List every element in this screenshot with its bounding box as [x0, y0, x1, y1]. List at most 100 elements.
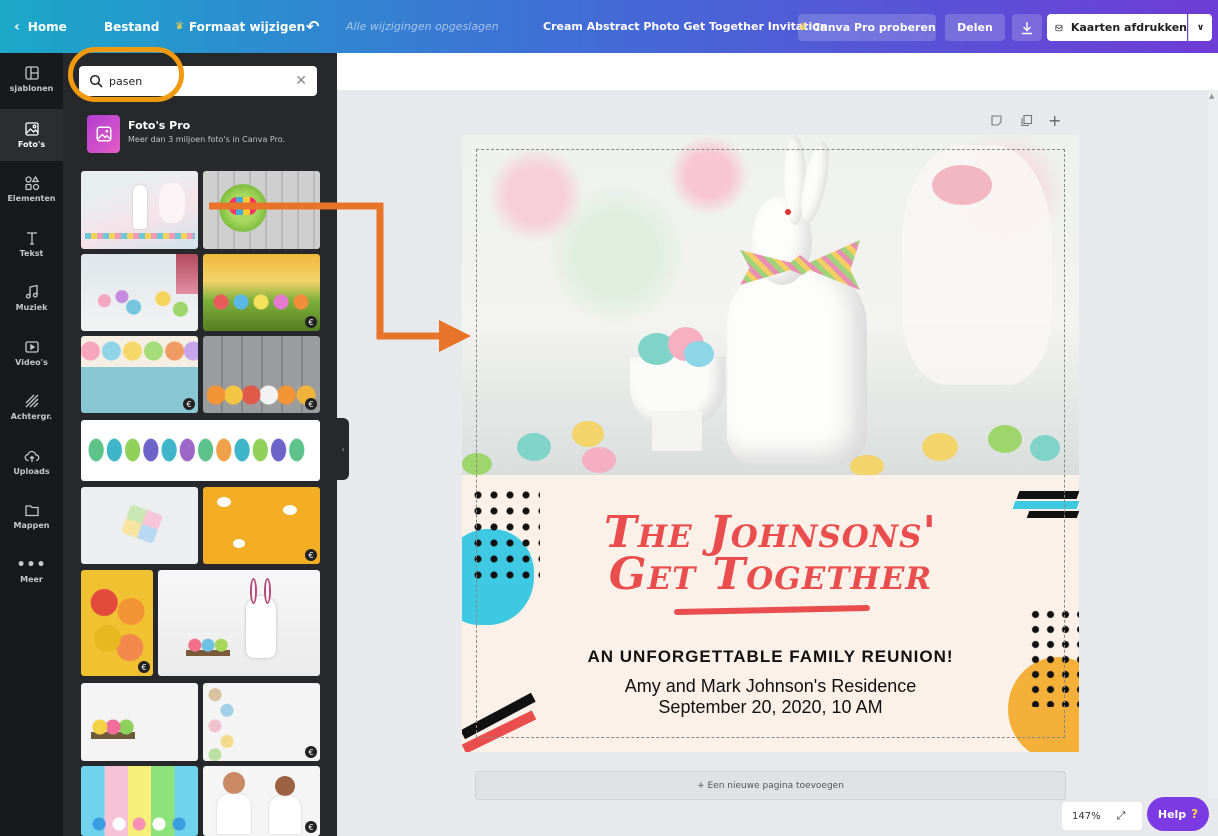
photo-thumbnail[interactable] — [81, 487, 198, 564]
nav-more[interactable]: ••• Meer — [0, 544, 63, 596]
photo-thumbnail[interactable]: € — [81, 336, 198, 413]
nav-more-label: Meer — [20, 574, 43, 584]
add-page-icon[interactable]: + — [1048, 111, 1061, 130]
zoom-control[interactable]: 147% ⤢ — [1062, 802, 1142, 830]
print-cards-label: Kaarten afdrukken — [1070, 21, 1187, 34]
pro-badge-icon: € — [138, 661, 150, 673]
folder-icon — [24, 505, 39, 517]
nav-music[interactable]: Muziek — [0, 272, 63, 324]
print-options-dropdown[interactable]: ∨ — [1188, 14, 1212, 41]
editor-toolbar — [337, 53, 1218, 90]
photo-thumbnail[interactable] — [81, 766, 198, 836]
photo-thumbnail[interactable] — [81, 171, 198, 249]
nav-folders-label: Mappen — [13, 521, 50, 530]
pro-badge-icon: € — [183, 398, 195, 410]
print-cards-button[interactable]: Kaarten afdrukken — [1047, 14, 1187, 41]
photo-thumbnail[interactable] — [158, 570, 320, 676]
shapes-icon — [24, 175, 39, 191]
vertical-scrollbar[interactable]: ▲ — [1208, 90, 1218, 798]
design-page[interactable]: The Johnsons' Get Together AN UNFORGETTA… — [462, 135, 1079, 752]
annotation-arrow — [209, 202, 471, 352]
help-button[interactable]: Help ? — [1147, 797, 1209, 831]
add-new-page-button[interactable]: + Een nieuwe pagina toevoegen — [475, 771, 1066, 800]
invitation-venue[interactable]: Amy and Mark Johnson's Residence — [462, 676, 1079, 697]
resize-button[interactable]: ♛ Formaat wijzigen — [175, 0, 305, 53]
nav-elements-label: Elementen — [7, 194, 56, 203]
pro-photos-title: Foto's Pro — [128, 119, 191, 132]
photo-thumbnail[interactable] — [81, 254, 198, 331]
nav-uploads[interactable]: Uploads — [0, 436, 63, 488]
undo-icon[interactable]: ↶ — [306, 0, 319, 53]
nav-photos[interactable]: Foto's — [0, 109, 63, 161]
photo-thumbnail[interactable]: € — [81, 570, 153, 676]
crown-icon: ♛ — [798, 22, 808, 33]
nav-templates-label: sjablonen — [9, 84, 54, 93]
question-icon: ? — [1191, 807, 1199, 821]
nav-templates[interactable]: sjablonen — [0, 53, 63, 105]
search-input[interactable]: pasen — [109, 75, 295, 88]
scroll-up-icon[interactable]: ▲ — [1209, 92, 1214, 100]
background-icon — [25, 394, 38, 408]
nav-videos[interactable]: Video's — [0, 327, 63, 379]
photo-thumbnail[interactable] — [81, 683, 198, 761]
file-menu[interactable]: Bestand — [104, 0, 159, 53]
nav-backgrounds-label: Achtergr. — [10, 412, 53, 421]
chevron-left-icon: ‹ — [341, 444, 345, 454]
nav-videos-label: Video's — [15, 358, 48, 367]
nav-elements[interactable]: Elementen — [0, 163, 63, 215]
photo-thumbnail[interactable] — [81, 420, 320, 481]
document-title[interactable]: Cream Abstract Photo Get Together Invita… — [543, 0, 828, 53]
pro-badge-icon: € — [305, 549, 317, 561]
easter-bunny-photo[interactable] — [462, 135, 1079, 475]
pro-photos-promo[interactable]: Foto's Pro Meer dan 3 miljoen foto's in … — [87, 115, 327, 155]
home-label: Home — [27, 19, 67, 34]
video-icon — [24, 341, 39, 353]
chevron-left-icon: ‹ — [14, 18, 20, 35]
resize-label: Formaat wijzigen — [188, 19, 306, 34]
text-icon — [26, 232, 37, 245]
save-status: Alle wijzigingen opgeslagen — [346, 20, 499, 33]
nav-text-label: Tekst — [19, 249, 44, 258]
nav-text[interactable]: Tekst — [0, 218, 63, 270]
upload-cloud-icon — [24, 450, 39, 462]
crown-icon: ♛ — [175, 21, 184, 32]
print-cards-icon — [1055, 24, 1063, 31]
side-navigation: sjablonen Foto's Elementen Tekst Muziek … — [0, 53, 63, 836]
pro-photos-subtitle: Meer dan 3 miljoen foto's in Canva Pro. — [128, 135, 286, 144]
try-pro-button[interactable]: ♛ Canva Pro proberen — [798, 14, 936, 41]
nav-folders[interactable]: Mappen — [0, 490, 63, 542]
chevron-down-icon: ∨ — [1196, 22, 1205, 33]
home-button[interactable]: ‹ Home — [14, 0, 67, 53]
heading-underline[interactable] — [673, 604, 871, 616]
fullscreen-icon[interactable]: ⤢ — [1117, 809, 1126, 823]
nav-backgrounds[interactable]: Achtergr. — [0, 381, 63, 433]
more-icon: ••• — [16, 556, 47, 573]
try-pro-label: Canva Pro proberen — [812, 21, 936, 34]
invitation-subheading[interactable]: AN UNFORGETTABLE FAMILY REUNION! — [462, 647, 1079, 667]
clear-search-icon[interactable]: ✕ — [295, 73, 307, 89]
share-button[interactable]: Delen — [945, 14, 1005, 41]
template-icon — [24, 66, 39, 80]
photo-thumbnail[interactable]: € — [203, 766, 320, 836]
pro-badge-icon: € — [305, 821, 317, 833]
top-bar: ‹ Home Bestand ♛ Formaat wijzigen ↶ Alle… — [0, 0, 1218, 53]
nav-photos-label: Foto's — [17, 140, 46, 149]
zoom-level: 147% — [1072, 810, 1101, 822]
add-note-icon[interactable] — [990, 114, 1003, 131]
duplicate-page-icon[interactable] — [1020, 114, 1033, 131]
download-button[interactable] — [1012, 14, 1042, 41]
music-icon — [25, 284, 38, 299]
photo-icon — [24, 122, 39, 136]
photo-thumbnail[interactable]: € — [203, 683, 320, 761]
invitation-heading-line2[interactable]: Get Together — [462, 549, 1079, 600]
invitation-date[interactable]: September 20, 2020, 10 AM — [462, 697, 1079, 718]
nav-uploads-label: Uploads — [13, 467, 50, 476]
photo-thumbnail[interactable]: € — [203, 487, 320, 564]
collapse-panel-button[interactable]: ‹ — [337, 418, 349, 480]
photo-search-box[interactable]: pasen ✕ — [79, 66, 317, 96]
pro-photos-icon — [87, 115, 120, 153]
help-label: Help — [1157, 807, 1187, 821]
photos-panel: pasen ✕ Foto's Pro Meer dan 3 miljoen fo… — [63, 53, 337, 836]
search-icon — [89, 74, 103, 88]
pro-badge-icon: € — [305, 398, 317, 410]
